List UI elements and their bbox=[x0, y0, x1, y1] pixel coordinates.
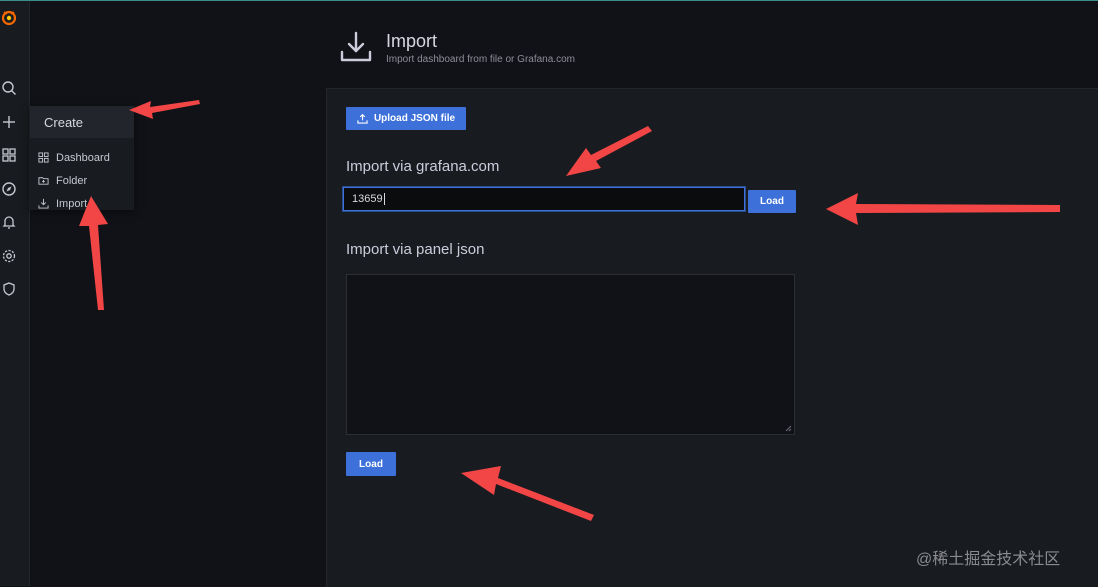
watermark: @稀土掘金技术社区 bbox=[916, 551, 1061, 568]
upload-json-button[interactable]: Upload JSON file bbox=[346, 107, 466, 130]
create-menu-item-label: Import bbox=[56, 197, 88, 210]
create-menu-item-label: Folder bbox=[56, 174, 88, 187]
side-menu bbox=[0, 1, 30, 586]
create-menu-item-dashboard[interactable]: Dashboard bbox=[30, 146, 134, 169]
create-menu-item-import[interactable]: Import bbox=[30, 192, 134, 215]
gear-icon[interactable] bbox=[0, 247, 18, 265]
create-menu-header[interactable]: Create bbox=[30, 106, 134, 138]
resize-grip-icon[interactable] bbox=[785, 425, 792, 432]
dashboards-icon[interactable] bbox=[0, 146, 18, 164]
top-accent-line bbox=[0, 0, 1098, 1]
search-icon[interactable] bbox=[0, 79, 18, 97]
create-menu-item-label: Dashboard bbox=[56, 151, 110, 164]
panel-json-heading: Import via panel json bbox=[346, 241, 485, 258]
create-menu: Create Dashboard Folder Import bbox=[30, 106, 134, 210]
arrow-to-create bbox=[129, 100, 200, 119]
text-caret bbox=[383, 193, 385, 205]
panel-json-load-button[interactable]: Load bbox=[346, 452, 396, 476]
plus-icon[interactable] bbox=[0, 113, 18, 131]
import-icon bbox=[340, 31, 372, 62]
apps-icon bbox=[38, 152, 49, 163]
upload-icon bbox=[357, 113, 368, 124]
upload-json-label: Upload JSON file bbox=[373, 113, 456, 124]
folder-plus-icon bbox=[38, 177, 49, 185]
page-subtitle: Import dashboard from file or Grafana.co… bbox=[386, 54, 575, 65]
grafana-com-heading: Import via grafana.com bbox=[346, 158, 500, 175]
create-menu-item-folder[interactable]: Folder bbox=[30, 169, 134, 192]
bell-icon[interactable] bbox=[0, 213, 18, 231]
import-panel: Upload JSON file Import via grafana.com … bbox=[326, 88, 1098, 587]
import-icon bbox=[38, 198, 49, 209]
grafana-com-load-button[interactable]: Load bbox=[748, 190, 796, 213]
shield-icon[interactable] bbox=[0, 280, 18, 298]
panel-json-textarea[interactable] bbox=[346, 274, 795, 435]
grafana-logo-icon[interactable] bbox=[0, 9, 18, 27]
grafana-com-input-value: 13659 bbox=[352, 193, 383, 205]
grafana-com-input[interactable]: 13659 bbox=[343, 187, 745, 211]
compass-icon[interactable] bbox=[0, 180, 18, 198]
page-title: Import bbox=[386, 31, 438, 51]
